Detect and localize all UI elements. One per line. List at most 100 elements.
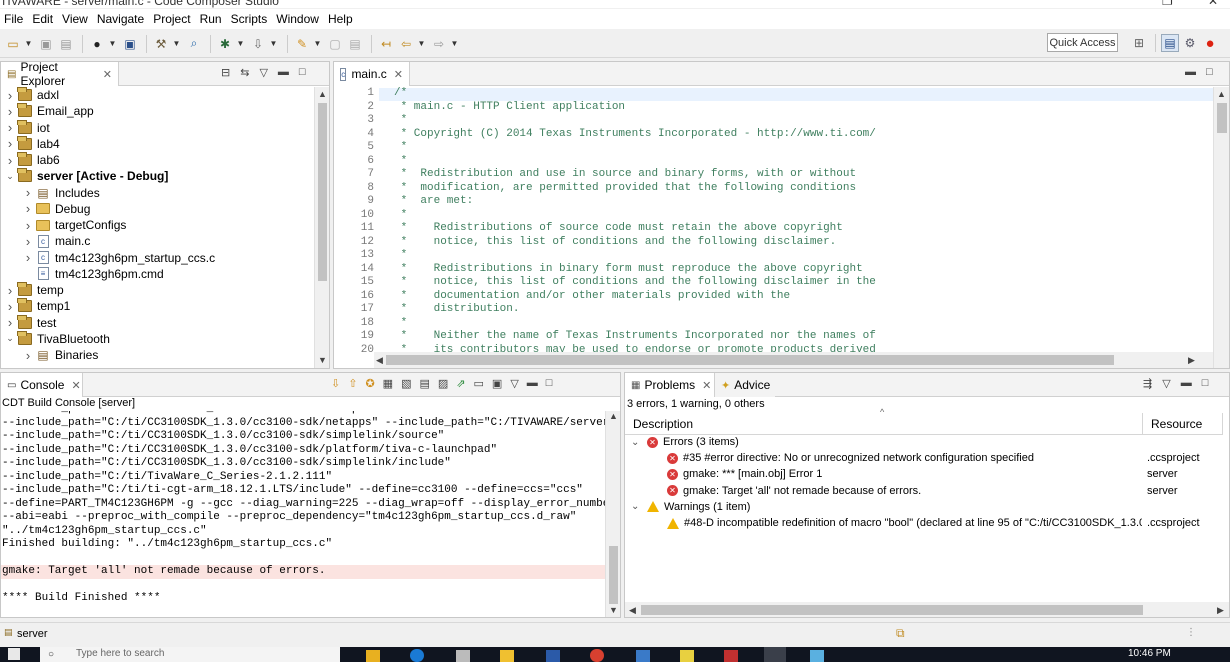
view-menu-icon[interactable]: ▽ (1162, 377, 1170, 390)
column-header-resource[interactable]: Resource (1143, 413, 1223, 435)
menu-scripts[interactable]: Scripts (227, 12, 273, 26)
build-icon[interactable]: ⚒ (152, 35, 170, 53)
new-console-icon[interactable]: ▣ (492, 377, 502, 390)
flash-icon[interactable]: ⇩ (249, 35, 267, 53)
pin-console-icon[interactable]: ▤ (419, 377, 429, 390)
ccs-taskbar-icon[interactable] (764, 647, 786, 662)
column-header-description[interactable]: Description ^ (625, 407, 1143, 435)
app-icon[interactable] (680, 650, 694, 662)
chevron-right-icon[interactable]: › (23, 185, 33, 200)
tab-advice[interactable]: ✦ Advice (715, 373, 775, 397)
display-console-icon[interactable]: ▭ (474, 377, 484, 390)
scroll-left-icon[interactable]: ◀ (376, 355, 383, 366)
build-dropdown-icon[interactable]: ▼ (172, 39, 181, 48)
menu-help[interactable]: Help (324, 12, 358, 26)
chevron-right-icon[interactable]: › (23, 201, 33, 216)
scroll-up-icon[interactable]: ▲ (609, 411, 618, 421)
console-output[interactable]: --include_path="C:/ti/CC3100SDK_1.3.0/cc… (1, 411, 605, 617)
open-console-icon[interactable]: ⇗ (456, 377, 465, 390)
maximize-icon[interactable]: □ (546, 377, 553, 390)
minimize-icon[interactable]: ▬ (1181, 377, 1192, 390)
chevron-right-icon[interactable]: › (23, 250, 33, 265)
tree-item[interactable]: › lab4 (5, 135, 60, 152)
new-icon[interactable]: ▭ (4, 35, 22, 53)
view-menu-icon[interactable]: ▽ (259, 66, 267, 79)
file-explorer-icon[interactable] (366, 650, 380, 662)
save-icon[interactable]: ▣ (37, 35, 55, 53)
chevron-right-icon[interactable]: › (23, 234, 33, 249)
chrome-icon[interactable] (590, 649, 604, 662)
menu-view[interactable]: View (58, 12, 93, 26)
word-icon[interactable] (546, 650, 560, 662)
problem-row[interactable]: ✕ gmake: *** [main.obj] Error 1 server (667, 466, 1227, 482)
code-editor[interactable]: 1 /* 2 * main.c - HTTP Client application 3… (334, 87, 1229, 368)
edge-icon[interactable] (410, 649, 424, 662)
flash-dropdown-icon[interactable]: ▼ (269, 39, 278, 48)
problem-row[interactable]: ✕ #35 #error directive: No or unrecognize… (667, 450, 1227, 466)
tree-item[interactable]: ⌄ TivaBluetooth (5, 330, 110, 347)
maximize-icon[interactable]: □ (1202, 377, 1209, 390)
close-icon[interactable]: ✕ (1208, 0, 1218, 8)
tree-item[interactable]: › targetConfigs (23, 217, 127, 233)
chevron-down-icon[interactable]: ⌄ (631, 501, 643, 512)
tree-item[interactable]: ⌄ server [Active - Debug] (5, 168, 168, 184)
collapse-all-icon[interactable]: ⊟ (221, 66, 230, 79)
minimize-icon[interactable]: ▬ (1185, 66, 1196, 78)
problem-row[interactable]: #48-D incompatible redefinition of macro… (667, 515, 1227, 531)
chevron-right-icon[interactable]: › (5, 283, 15, 298)
chevron-right-icon[interactable]: › (5, 315, 15, 330)
scroll-right-icon[interactable]: ▶ (1217, 605, 1224, 616)
toggle-mark-icon[interactable]: ▢ (326, 35, 344, 53)
minimize-icon[interactable]: ▬ (278, 66, 289, 79)
edit-perspective-icon[interactable]: ▤ (1161, 34, 1179, 52)
chevron-right-icon[interactable]: › (23, 348, 33, 363)
new-dropdown-icon[interactable]: ▼ (24, 39, 33, 48)
chevron-down-icon[interactable]: ⌄ (631, 437, 643, 448)
debug-icon[interactable]: ✱ (216, 35, 234, 53)
tree-item[interactable]: › c tm4c123gh6pm_startup_ccs.c (23, 250, 215, 266)
show-build-icon[interactable]: ✪ (365, 377, 374, 390)
tree-item[interactable]: › lab6 (5, 152, 60, 168)
open-task-dropdown-icon[interactable]: ▼ (313, 39, 322, 48)
tree-item[interactable]: › ▤ Binaries (23, 347, 99, 363)
editor-vertical-scrollbar[interactable]: ▲ (1213, 87, 1229, 368)
problems-horizontal-scrollbar[interactable]: ◀ ▶ (625, 602, 1229, 617)
notification-icon[interactable]: ⧉ (896, 626, 905, 641)
close-icon[interactable]: ✕ (394, 68, 403, 81)
debug-dropdown-icon[interactable]: ▼ (236, 39, 245, 48)
menu-edit[interactable]: Edit (28, 12, 58, 26)
tree-item[interactable]: › temp (5, 282, 64, 298)
tab-problems[interactable]: ▦ Problems ✕ (625, 373, 715, 397)
debug-settings-dropdown-icon[interactable]: ▼ (108, 39, 117, 48)
terminal-icon[interactable]: ▣ (121, 35, 139, 53)
chevron-right-icon[interactable]: › (5, 104, 15, 119)
tab-project-explorer[interactable]: ▤ Project Explorer ✕ (1, 62, 119, 88)
editor-horizontal-scrollbar[interactable]: ◀ ▶ (374, 352, 1213, 368)
scroll-down-icon[interactable]: ▼ (609, 605, 618, 615)
tree-item[interactable]: › test (5, 314, 56, 331)
scroll-left-icon[interactable]: ◀ (629, 605, 636, 616)
maximize-icon[interactable]: □ (299, 66, 306, 79)
scroll-thumb[interactable] (1217, 103, 1227, 133)
problem-group-row[interactable]: ⌄ Warnings (1 item) (631, 499, 750, 515)
last-edit-location-icon[interactable]: ↤ (377, 35, 395, 53)
minimize-icon[interactable]: ▬ (527, 377, 538, 390)
clear-console-icon[interactable]: ▧ (401, 377, 411, 390)
chevron-down-icon[interactable]: ⌄ (5, 171, 15, 182)
problem-row[interactable]: ✕ gmake: Target 'all' not remade because … (667, 483, 1227, 499)
scroll-thumb[interactable] (318, 103, 327, 281)
filter-icon[interactable]: ⇶ (1143, 377, 1152, 390)
tree-item[interactable]: › iot (5, 119, 50, 136)
forward-icon[interactable]: ⇨ (430, 35, 448, 53)
search-icon[interactable]: ⌕ (185, 35, 203, 53)
store-icon[interactable] (456, 650, 470, 662)
problem-group-row[interactable]: ⌄ ✕ Errors (3 items) (631, 434, 739, 450)
menu-navigate[interactable]: Navigate (93, 12, 149, 26)
tree-item[interactable]: › adxl (5, 87, 59, 103)
close-icon[interactable]: ✕ (103, 68, 112, 81)
tree-item[interactable]: › Email_app (5, 103, 94, 119)
cc-edit-icon[interactable]: ⚙ (1181, 34, 1199, 52)
chevron-right-icon[interactable]: › (5, 88, 15, 103)
open-task-icon[interactable]: ✎ (293, 35, 311, 53)
close-icon[interactable]: ✕ (702, 379, 711, 392)
